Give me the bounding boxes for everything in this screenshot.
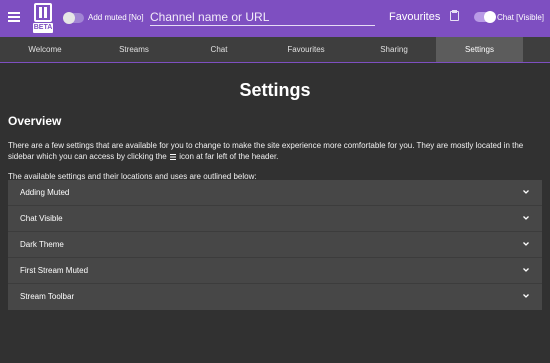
- chevron-down-icon: [523, 216, 529, 220]
- menu-icon-inline: [169, 154, 176, 160]
- tab-streams[interactable]: Streams: [90, 37, 178, 62]
- tab-chat[interactable]: Chat: [178, 37, 260, 62]
- page-title: Settings: [239, 80, 311, 100]
- accordion-item-first-stream-muted[interactable]: First Stream Muted: [8, 258, 542, 284]
- chevron-down-icon: [523, 190, 529, 194]
- tab-settings[interactable]: Settings: [436, 37, 523, 62]
- accordion-item-label: Stream Toolbar: [20, 292, 75, 301]
- beta-badge: BETA: [33, 23, 53, 33]
- overview-text: There are a few settings that are availa…: [8, 141, 524, 161]
- accordion-item-chat-visible[interactable]: Chat Visible: [8, 206, 542, 232]
- adding-muted-label: Add muted [No]: [88, 13, 144, 22]
- menu-icon[interactable]: [8, 12, 20, 22]
- accordion-item-label: First Stream Muted: [20, 266, 89, 275]
- chevron-down-icon: [523, 294, 529, 298]
- tab-favourites[interactable]: Favourites: [260, 37, 352, 62]
- accordion-item-label: Dark Theme: [20, 240, 64, 249]
- tab-sharing[interactable]: Sharing: [352, 37, 436, 62]
- accordion-item-stream-toolbar[interactable]: Stream Toolbar: [8, 284, 542, 310]
- tab-welcome[interactable]: Welcome: [0, 37, 90, 62]
- header: BETA Add muted [No] Favourites Chat [Vis…: [0, 0, 550, 37]
- logo-icon: [34, 3, 52, 22]
- settings-accordion: Adding Muted Chat Visible Dark Theme Fir…: [8, 180, 542, 310]
- overview-heading: Overview: [8, 114, 62, 128]
- chevron-down-icon: [523, 268, 529, 272]
- adding-muted-toggle[interactable]: [63, 12, 84, 24]
- tab-bar: Welcome Streams Chat Favourites Sharing …: [0, 37, 550, 63]
- accordion-item-dark-theme[interactable]: Dark Theme: [8, 232, 542, 258]
- favourites-label: Favourites: [389, 11, 441, 23]
- accordion-item-label: Adding Muted: [20, 188, 70, 197]
- chat-visible-toggle[interactable]: [474, 11, 496, 23]
- chat-visible-label: Chat [Visible]: [497, 13, 544, 22]
- accordion-item-label: Chat Visible: [20, 214, 63, 223]
- chevron-down-icon: [523, 242, 529, 246]
- accordion-item-adding-muted[interactable]: Adding Muted: [8, 180, 542, 206]
- clipboard-icon[interactable]: [450, 10, 459, 21]
- logo[interactable]: BETA: [33, 3, 53, 33]
- channel-search-input[interactable]: [150, 8, 375, 26]
